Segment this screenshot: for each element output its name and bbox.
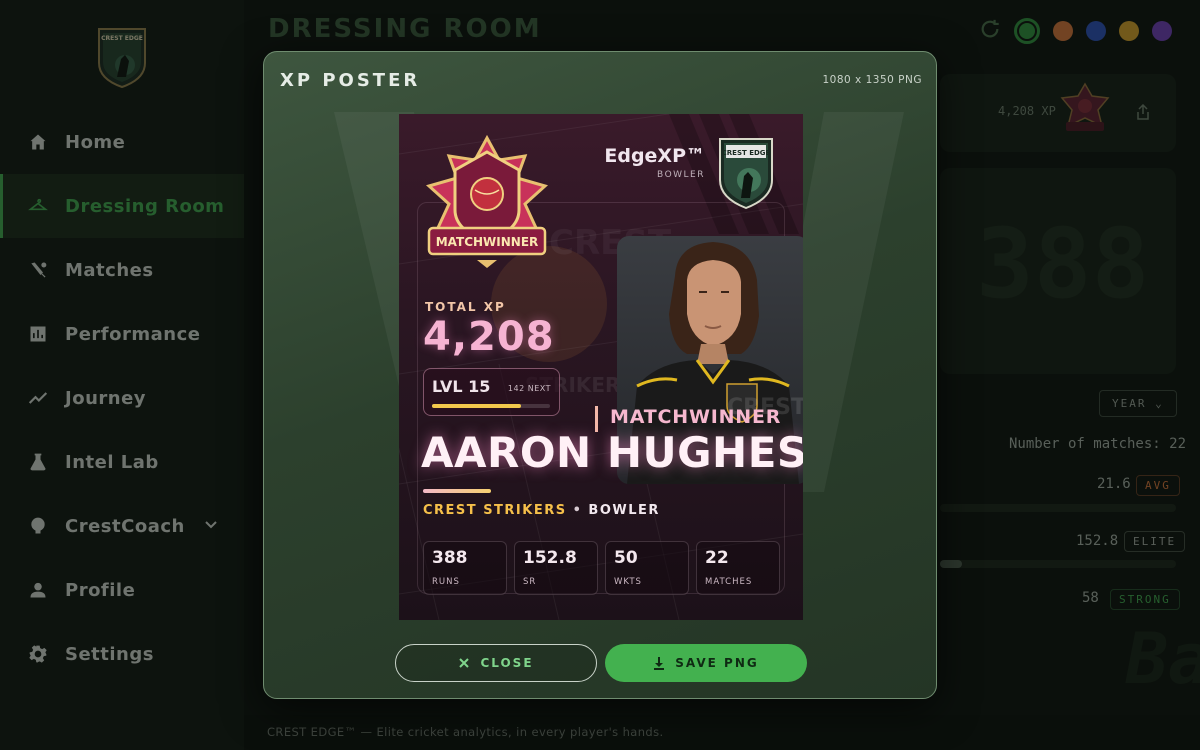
- crest-edge-logo: CREST EDGE: [719, 138, 773, 210]
- player-role: BOWLER: [588, 503, 660, 518]
- xp-poster-modal: XP POSTER 1080 x 1350 PNG CREST STRIKER: [263, 51, 937, 699]
- stat-label: SR: [523, 577, 537, 587]
- xp-poster: CREST STRIKER MATCHWINNER EdgeXP™ BOWLER…: [399, 114, 803, 620]
- total-xp-value: 4,208: [423, 314, 555, 360]
- level-progress-fill: [432, 404, 521, 408]
- stat-value: 152.8: [523, 548, 577, 568]
- svg-text:MATCHWINNER: MATCHWINNER: [436, 235, 539, 249]
- stat-strike-rate: 152.8 SR: [514, 541, 598, 595]
- brand-title: EdgeXP™: [604, 145, 705, 167]
- modal-title: XP POSTER: [280, 70, 421, 91]
- level-box: LVL 15 142 NEXT: [423, 368, 560, 416]
- separator: •: [572, 503, 583, 518]
- save-button-label: SAVE PNG: [675, 656, 759, 670]
- stat-label: MATCHES: [705, 577, 753, 587]
- team-role-line: CREST STRIKERS • BOWLER: [423, 503, 660, 518]
- level-label: LVL 15: [432, 377, 491, 396]
- svg-text:CREST EDGE: CREST EDGE: [722, 149, 771, 157]
- player-name: AARON HUGHES: [421, 428, 803, 477]
- next-level-xp: 142 NEXT: [507, 384, 551, 393]
- brand-role: BOWLER: [657, 170, 705, 180]
- close-icon: [459, 658, 470, 668]
- close-button[interactable]: CLOSE: [395, 644, 597, 682]
- export-size-label: 1080 x 1350 PNG: [822, 74, 922, 86]
- matchwinner-badge: MATCHWINNER: [425, 134, 549, 268]
- name-underline: [423, 489, 491, 493]
- level-progress-bar: [432, 404, 550, 408]
- stat-label: RUNS: [432, 577, 460, 587]
- stat-value: 22: [705, 548, 729, 568]
- close-button-label: CLOSE: [480, 656, 534, 670]
- stat-value: 50: [614, 548, 638, 568]
- save-png-button[interactable]: SAVE PNG: [605, 644, 807, 682]
- stat-wickets: 50 WKTS: [605, 541, 689, 595]
- team-name: CREST STRIKERS: [423, 503, 567, 518]
- download-icon: [654, 656, 665, 670]
- stat-runs: 388 RUNS: [423, 541, 507, 595]
- stat-matches: 22 MATCHES: [696, 541, 780, 595]
- stat-value: 388: [432, 548, 468, 568]
- total-xp-label: TOTAL XP: [425, 300, 506, 314]
- stat-label: WKTS: [614, 577, 642, 587]
